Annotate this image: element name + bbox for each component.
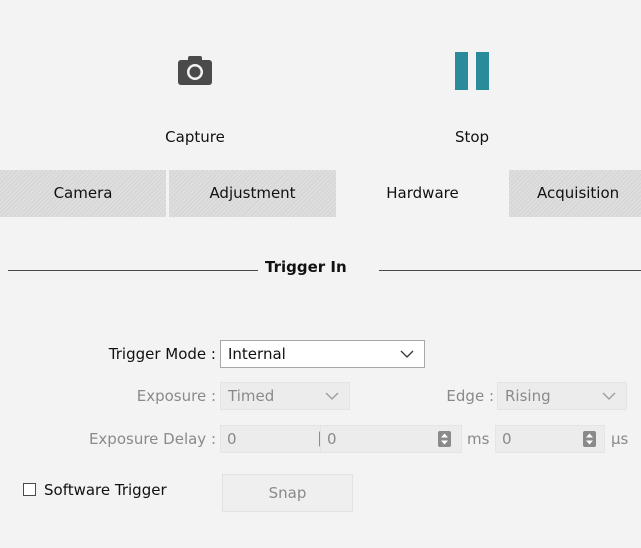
edge-label: Edge : bbox=[446, 387, 494, 405]
exposure-select[interactable]: Timed bbox=[220, 382, 350, 410]
tab-acquisition[interactable]: Acquisition bbox=[509, 170, 641, 217]
spin-arrows-icon[interactable] bbox=[438, 431, 451, 447]
exposure-delay-label: Exposure Delay : bbox=[88, 430, 216, 448]
software-trigger-label[interactable]: Software Trigger bbox=[44, 481, 167, 499]
exposure-delay-seconds-value: 0 bbox=[227, 430, 237, 448]
exposure-delay-microseconds-value: 0 bbox=[502, 430, 512, 448]
group-divider-right bbox=[379, 270, 641, 271]
trigger-mode-value: Internal bbox=[228, 345, 286, 363]
edge-value: Rising bbox=[505, 387, 551, 405]
stop-button[interactable]: Stop bbox=[412, 44, 532, 154]
trigger-in-title: Trigger In bbox=[265, 258, 347, 276]
exposure-delay-milliseconds-box[interactable]: 0 bbox=[320, 425, 462, 453]
tab-camera-label: Camera bbox=[53, 184, 113, 202]
tab-acquisition-label: Acquisition bbox=[537, 184, 620, 202]
exposure-delay-milliseconds-value: 0 bbox=[327, 430, 337, 448]
tab-adjustment[interactable]: Adjustment bbox=[169, 170, 339, 217]
stop-label: Stop bbox=[454, 128, 490, 146]
exposure-label: Exposure : bbox=[136, 387, 216, 405]
spin-arrows-icon[interactable] bbox=[583, 431, 596, 447]
microseconds-unit: µs bbox=[611, 430, 629, 448]
chevron-down-icon bbox=[602, 389, 616, 407]
snap-button[interactable]: Snap bbox=[222, 474, 353, 512]
capture-button[interactable]: Capture bbox=[135, 44, 255, 154]
snap-label: Snap bbox=[268, 484, 307, 502]
tab-hardware[interactable]: Hardware bbox=[339, 170, 509, 217]
tab-adjustment-label: Adjustment bbox=[209, 184, 296, 202]
chevron-down-icon bbox=[400, 347, 414, 365]
trigger-mode-label: Trigger Mode : bbox=[108, 345, 216, 363]
tab-camera[interactable]: Camera bbox=[0, 170, 169, 217]
capture-label: Capture bbox=[165, 128, 225, 146]
camera-icon bbox=[177, 54, 213, 90]
tab-bar: Camera Adjustment Hardware Acquisition bbox=[0, 170, 641, 217]
tab-hardware-label: Hardware bbox=[386, 184, 459, 202]
exposure-value: Timed bbox=[228, 387, 275, 405]
software-trigger-checkbox[interactable] bbox=[23, 483, 36, 496]
pause-icon bbox=[454, 52, 490, 94]
group-divider-left bbox=[8, 270, 258, 271]
edge-select[interactable]: Rising bbox=[497, 382, 627, 410]
milliseconds-unit: ms bbox=[467, 430, 490, 448]
chevron-down-icon bbox=[325, 389, 339, 407]
trigger-mode-select[interactable]: Internal bbox=[220, 340, 425, 368]
exposure-delay-microseconds-input[interactable]: 0 bbox=[495, 425, 605, 453]
